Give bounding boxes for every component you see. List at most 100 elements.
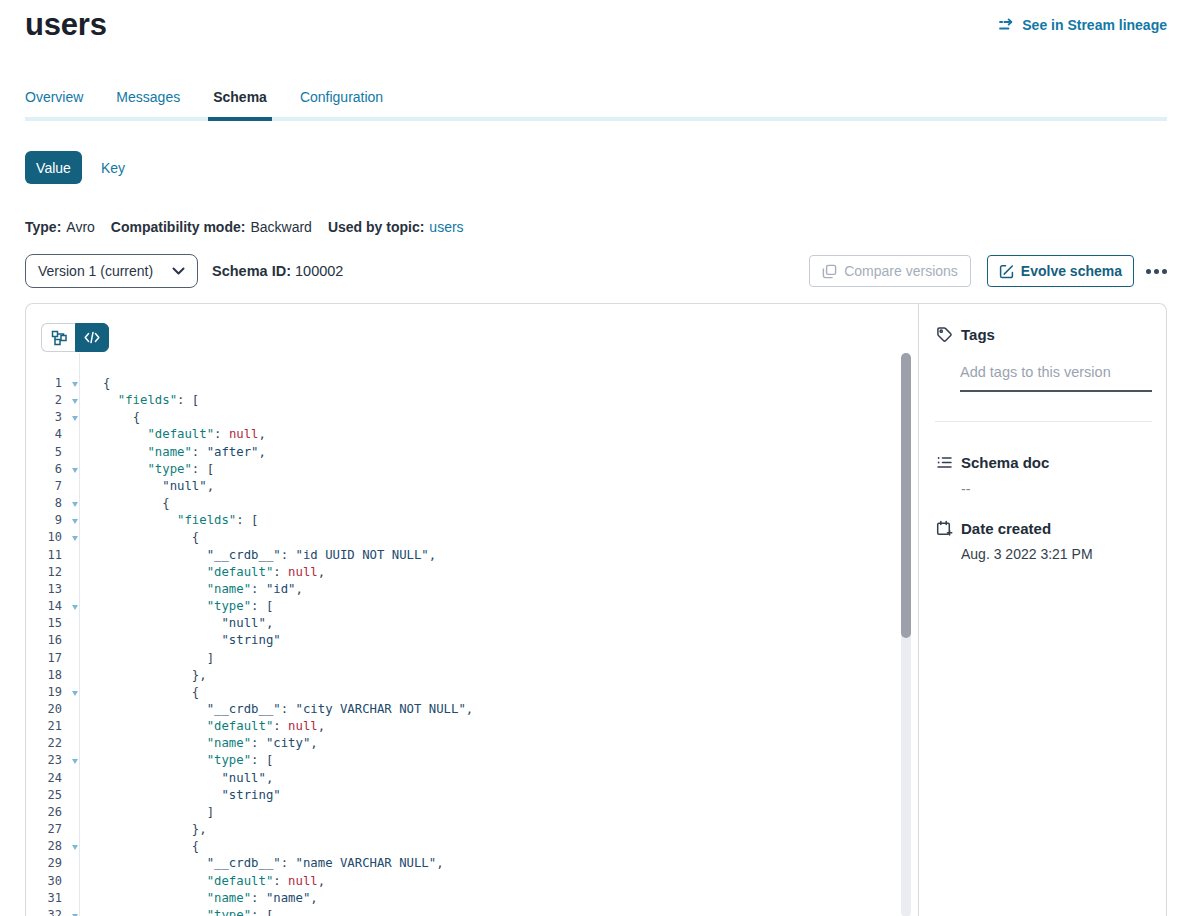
tree-view-button[interactable] bbox=[41, 323, 75, 352]
gutter-divider bbox=[79, 353, 80, 916]
code-text: { bbox=[79, 839, 199, 853]
version-select[interactable]: Version 1 (current) bbox=[25, 254, 198, 288]
code-text: "__crdb__": "city VARCHAR NOT NULL", bbox=[79, 702, 473, 716]
code-line: 22 "name": "city", bbox=[26, 733, 918, 750]
fold-toggle-icon[interactable] bbox=[62, 682, 79, 699]
editor-view-toggle bbox=[41, 323, 109, 352]
code-line: 23 "type": [ bbox=[26, 750, 918, 767]
copy-icon bbox=[822, 264, 837, 279]
code-text: ] bbox=[79, 805, 214, 819]
code-line: 12 "default": null, bbox=[26, 562, 918, 579]
code-line: 25 "string" bbox=[26, 785, 918, 802]
tab-bar: Overview Messages Schema Configuration bbox=[25, 90, 1167, 121]
tab-key[interactable]: Key bbox=[101, 160, 125, 176]
schema-code-editor[interactable]: 1{2 "fields": [3 {4 "default": null,5 "n… bbox=[26, 353, 918, 916]
code-text: { bbox=[79, 530, 199, 544]
line-number: 29 bbox=[26, 855, 62, 872]
fold-toggle-icon[interactable] bbox=[62, 493, 79, 510]
code-line: 15 "null", bbox=[26, 613, 918, 630]
fold-toggle-icon[interactable] bbox=[62, 527, 79, 544]
code-line: 14 "type": [ bbox=[26, 596, 918, 613]
line-number: 32 bbox=[26, 907, 62, 916]
code-text: "name": "after", bbox=[79, 445, 266, 459]
fold-toggle-icon[interactable] bbox=[62, 459, 79, 476]
tag-icon bbox=[936, 326, 953, 343]
calendar-plus-icon bbox=[936, 520, 953, 537]
code-text: { bbox=[79, 685, 199, 699]
tags-input[interactable] bbox=[960, 364, 1152, 392]
code-text: "fields": [ bbox=[79, 393, 199, 407]
code-text: "name": "name", bbox=[79, 891, 318, 905]
used-by-topic-link[interactable]: users bbox=[429, 219, 463, 235]
schema-id: Schema ID: 100002 bbox=[212, 263, 343, 279]
code-line: 24 "null", bbox=[26, 768, 918, 785]
code-line: 31 "name": "name", bbox=[26, 888, 918, 905]
code-line: 11 "__crdb__": "id UUID NOT NULL", bbox=[26, 545, 918, 562]
fold-toggle-icon[interactable] bbox=[62, 510, 79, 527]
code-text: "name": "id", bbox=[79, 582, 303, 596]
edit-icon bbox=[999, 264, 1014, 279]
schema-doc-header: Schema doc bbox=[936, 454, 1152, 471]
code-text: "null", bbox=[79, 616, 273, 630]
fold-toggle-icon[interactable] bbox=[62, 390, 79, 407]
date-created-value: Aug. 3 2022 3:21 PM bbox=[961, 546, 1152, 562]
version-toolbar: Version 1 (current) Schema ID: 100002 Co… bbox=[25, 254, 1167, 288]
schema-sidebar: Tags Schema doc -- Date created Aug. 3 2… bbox=[918, 304, 1167, 916]
code-line: 16 "string" bbox=[26, 630, 918, 647]
code-view-button[interactable] bbox=[75, 323, 109, 352]
code-text: "__crdb__": "name VARCHAR NULL", bbox=[79, 856, 444, 870]
code-line: 1{ bbox=[26, 373, 918, 390]
version-select-value: Version 1 (current) bbox=[38, 263, 153, 279]
tab-configuration[interactable]: Configuration bbox=[300, 90, 383, 117]
code-text: "fields": [ bbox=[79, 513, 259, 527]
tab-schema[interactable]: Schema bbox=[213, 90, 267, 117]
fold-toggle-icon[interactable] bbox=[62, 407, 79, 424]
fold-toggle-icon[interactable] bbox=[62, 596, 79, 613]
code-line: 18 }, bbox=[26, 665, 918, 682]
code-lines: 1{2 "fields": [3 {4 "default": null,5 "n… bbox=[26, 353, 918, 916]
code-text: "default": null, bbox=[79, 719, 325, 733]
code-text: "name": "city", bbox=[79, 736, 318, 750]
schema-editor: 1{2 "fields": [3 {4 "default": null,5 "n… bbox=[26, 304, 918, 916]
chevron-down-icon bbox=[172, 267, 185, 275]
code-text: "default": null, bbox=[79, 874, 325, 888]
code-line: 19 { bbox=[26, 682, 918, 699]
more-actions-button[interactable] bbox=[1146, 261, 1167, 281]
code-text: "type": [ bbox=[79, 908, 273, 916]
code-text: "null", bbox=[79, 771, 273, 785]
scrollbar-track[interactable] bbox=[901, 353, 911, 916]
code-text: }, bbox=[79, 668, 207, 682]
code-text: { bbox=[79, 376, 110, 390]
code-line: 30 "default": null, bbox=[26, 871, 918, 888]
date-created-title: Date created bbox=[961, 520, 1051, 537]
code-text: { bbox=[79, 496, 170, 510]
page-title: users bbox=[25, 10, 107, 40]
scrollbar-thumb[interactable] bbox=[901, 353, 911, 638]
meta-item: Type:Avro bbox=[25, 219, 95, 235]
tab-messages[interactable]: Messages bbox=[116, 90, 180, 117]
code-line: 8 { bbox=[26, 493, 918, 510]
code-text: ] bbox=[79, 651, 214, 665]
code-line: 4 "default": null, bbox=[26, 424, 918, 441]
tags-title: Tags bbox=[961, 326, 995, 343]
code-line: 3 { bbox=[26, 407, 918, 424]
tab-overview[interactable]: Overview bbox=[25, 90, 83, 117]
fold-toggle-icon[interactable] bbox=[62, 905, 79, 916]
stream-lineage-link[interactable]: See in Stream lineage bbox=[999, 17, 1167, 33]
fold-toggle-icon[interactable] bbox=[62, 836, 79, 853]
code-text: "default": null, bbox=[79, 427, 266, 441]
tab-value[interactable]: Value bbox=[25, 151, 82, 184]
code-line: 21 "default": null, bbox=[26, 716, 918, 733]
code-line: 28 { bbox=[26, 836, 918, 853]
code-text: "string" bbox=[79, 633, 281, 647]
code-text: "type": [ bbox=[79, 599, 273, 613]
fold-toggle-icon[interactable] bbox=[62, 750, 79, 767]
code-view-icon bbox=[84, 331, 100, 344]
code-line: 6 "type": [ bbox=[26, 459, 918, 476]
schema-meta-row: Type:AvroCompatibility mode:BackwardUsed… bbox=[25, 219, 1167, 235]
fold-toggle-icon[interactable] bbox=[62, 373, 79, 390]
compare-versions-button[interactable]: Compare versions bbox=[809, 255, 971, 287]
code-line: 26 ] bbox=[26, 802, 918, 819]
evolve-schema-button[interactable]: Evolve schema bbox=[987, 255, 1134, 287]
code-text: "string" bbox=[79, 788, 281, 802]
